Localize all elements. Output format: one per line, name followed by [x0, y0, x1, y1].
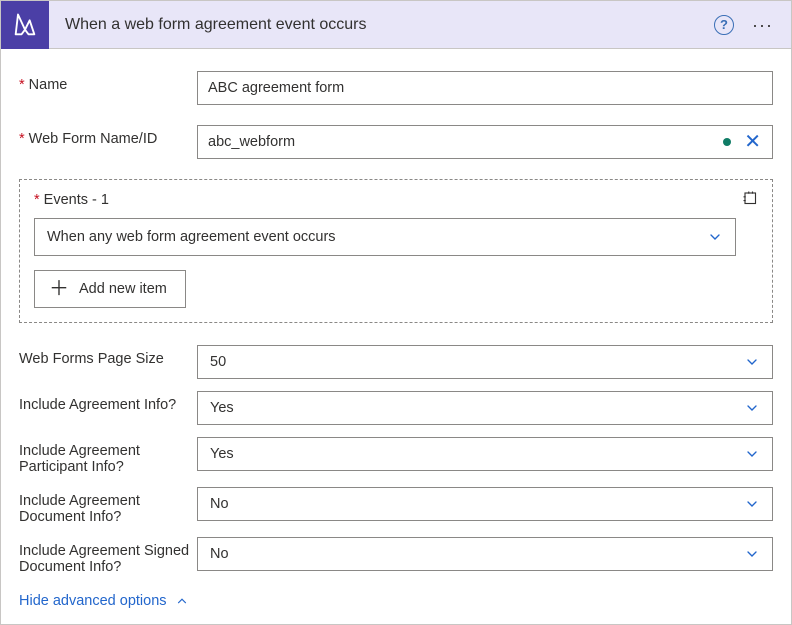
chevron-up-icon: [175, 594, 189, 608]
page-size-select[interactable]: 50: [197, 345, 773, 379]
card-body: Name Web Form Name/ID ✕ E: [1, 49, 791, 624]
add-new-item-button[interactable]: ＋ Add new item: [34, 270, 186, 308]
include-participant-info-value: Yes: [210, 446, 234, 462]
header-actions: ? ···: [714, 15, 777, 35]
name-label: Name: [19, 71, 197, 93]
include-participant-info-row: Include Agreement Participant Info? Yes: [19, 437, 773, 475]
include-participant-info-select[interactable]: Yes: [197, 437, 773, 471]
include-agreement-info-label: Include Agreement Info?: [19, 391, 197, 413]
chevron-down-icon: [744, 546, 760, 562]
more-actions-icon[interactable]: ···: [748, 16, 777, 34]
plus-icon: ＋: [49, 279, 69, 299]
add-item-label: Add new item: [79, 281, 167, 297]
connected-status-icon: [723, 138, 731, 146]
event-type-select[interactable]: When any web form agreement event occurs: [34, 218, 736, 256]
chevron-down-icon: [744, 496, 760, 512]
events-label: Events - 1: [34, 192, 758, 208]
include-agreement-info-select[interactable]: Yes: [197, 391, 773, 425]
chevron-down-icon: [744, 354, 760, 370]
page-size-label: Web Forms Page Size: [19, 345, 197, 367]
include-signed-doc-info-value: No: [210, 546, 229, 562]
include-document-info-value: No: [210, 496, 229, 512]
include-agreement-info-row: Include Agreement Info? Yes: [19, 391, 773, 425]
page-size-row: Web Forms Page Size 50: [19, 345, 773, 379]
name-input[interactable]: [197, 71, 773, 105]
webform-input[interactable]: [197, 125, 773, 159]
help-icon[interactable]: ?: [714, 15, 734, 35]
field-webform-row: Web Form Name/ID ✕: [19, 125, 773, 159]
webform-label: Web Form Name/ID: [19, 125, 197, 147]
card-title: When a web form agreement event occurs: [49, 16, 714, 34]
field-name-row: Name: [19, 71, 773, 105]
event-type-value: When any web form agreement event occurs: [47, 229, 336, 245]
include-signed-doc-info-select[interactable]: No: [197, 537, 773, 571]
card-header: When a web form agreement event occurs ?…: [1, 1, 791, 49]
events-section: Events - 1 When any web form agreement e…: [19, 179, 773, 323]
chevron-down-icon: [744, 400, 760, 416]
include-signed-doc-info-row: Include Agreement Signed Document Info? …: [19, 537, 773, 575]
include-document-info-label: Include Agreement Document Info?: [19, 487, 197, 525]
include-signed-doc-info-label: Include Agreement Signed Document Info?: [19, 537, 197, 575]
include-agreement-info-value: Yes: [210, 400, 234, 416]
clear-icon[interactable]: ✕: [744, 132, 761, 152]
include-document-info-row: Include Agreement Document Info? No: [19, 487, 773, 525]
adobe-acrobat-icon: [1, 1, 49, 49]
hide-advanced-label: Hide advanced options: [19, 593, 167, 609]
include-participant-info-label: Include Agreement Participant Info?: [19, 437, 197, 475]
dynamic-content-icon[interactable]: [742, 190, 760, 213]
chevron-down-icon: [707, 229, 723, 245]
chevron-down-icon: [744, 446, 760, 462]
page-size-value: 50: [210, 354, 226, 370]
action-card: When a web form agreement event occurs ?…: [0, 0, 792, 625]
hide-advanced-options[interactable]: Hide advanced options: [19, 593, 189, 609]
include-document-info-select[interactable]: No: [197, 487, 773, 521]
